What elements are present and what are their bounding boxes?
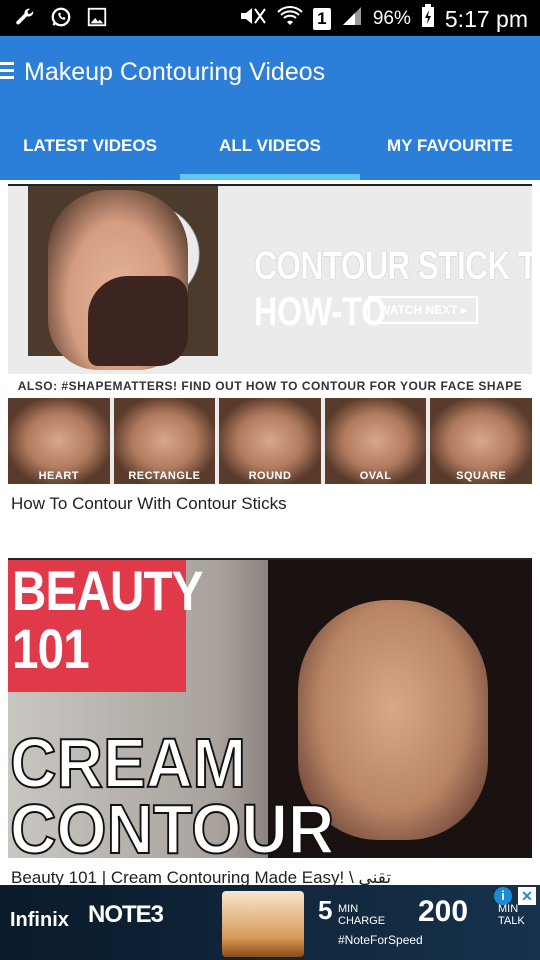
ad-talk-value: 200 (418, 895, 469, 928)
whatsapp-icon (50, 6, 72, 33)
thumbnail-subheading: HOW-TO (254, 290, 387, 334)
app-title: Makeup Contouring Videos (24, 58, 326, 86)
tab-my-favourite[interactable]: MY FAVOURITE (360, 122, 540, 180)
ad-charge-value: 5 (318, 895, 333, 925)
wifi-icon (277, 5, 303, 33)
tab-all-videos[interactable]: ALL VIDEOS (180, 122, 360, 180)
ad-hashtag: #NoteForSpeed (338, 933, 423, 947)
thumbnail-heading: CONTOUR STICK TRIO (254, 244, 532, 288)
face-shape-heart: HEART (8, 398, 110, 484)
video-card[interactable]: CONTOUR STICK TRIO HOW-TO WATCH NEXT ▸ A… (8, 184, 532, 514)
ad-phone-image (222, 891, 304, 957)
tab-bar: LATEST VIDEOS ALL VIDEOS MY FAVOURITE (0, 122, 540, 180)
mute-icon (239, 5, 267, 33)
ad-talk-label: MIN TALK (498, 903, 525, 927)
battery-icon (421, 4, 435, 34)
video-thumbnail[interactable]: CONTOUR STICK TRIO HOW-TO WATCH NEXT ▸ A… (8, 184, 532, 484)
video-title[interactable]: Beauty 101 | Cream Contouring Made Easy!… (8, 868, 532, 885)
ad-banner[interactable]: Infinix NOTE3 5 MIN CHARGE 200 MIN TALK #N… (0, 885, 540, 960)
video-card[interactable]: BEAUTY 101 CREAM CONTOUR Beauty 101 | Crea… (8, 558, 532, 885)
hamburger-icon[interactable] (0, 62, 16, 80)
thumbnail-heading: BEAUTY 101 (12, 559, 203, 680)
status-bar: 1 96% 5:17 pm (0, 0, 540, 36)
watch-next-label: WATCH NEXT ▸ (368, 296, 478, 324)
clock: 5:17 pm (444, 5, 528, 32)
face-shape-strip: HEART RECTANGLE ROUND OVAL SQUARE (8, 398, 532, 484)
app-bar: Makeup Contouring Videos LATEST VIDEOS A… (0, 36, 540, 180)
image-icon (86, 6, 108, 33)
ad-info-icon[interactable]: i (494, 887, 512, 905)
face-shape-rectangle: RECTANGLE (113, 398, 216, 484)
battery-percent: 96% (372, 8, 411, 29)
tab-latest-videos[interactable]: LATEST VIDEOS (0, 122, 180, 180)
ad-model: NOTE3 (88, 901, 164, 928)
thumbnail-subheading: CREAM CONTOUR (9, 724, 335, 858)
face-shape-round: ROUND (219, 398, 321, 484)
video-title[interactable]: How To Contour With Contour Sticks (8, 494, 532, 514)
video-list: CONTOUR STICK TRIO HOW-TO WATCH NEXT ▸ A… (0, 180, 540, 885)
face-shape-oval: OVAL (324, 398, 427, 484)
thumbnail-band-text: ALSO: #SHAPEMATTERS! FIND OUT HOW TO CON… (8, 374, 532, 398)
sim-indicator: 1 (312, 8, 331, 30)
video-thumbnail[interactable]: BEAUTY 101 CREAM CONTOUR (8, 558, 532, 858)
ad-brand: Infinix (10, 909, 69, 931)
signal-icon (341, 5, 363, 33)
ad-close-icon[interactable]: ✕ (518, 887, 536, 905)
wrench-icon (14, 6, 36, 33)
face-shape-square: SQUARE (430, 398, 532, 484)
ad-charge-label: MIN CHARGE (338, 903, 386, 927)
